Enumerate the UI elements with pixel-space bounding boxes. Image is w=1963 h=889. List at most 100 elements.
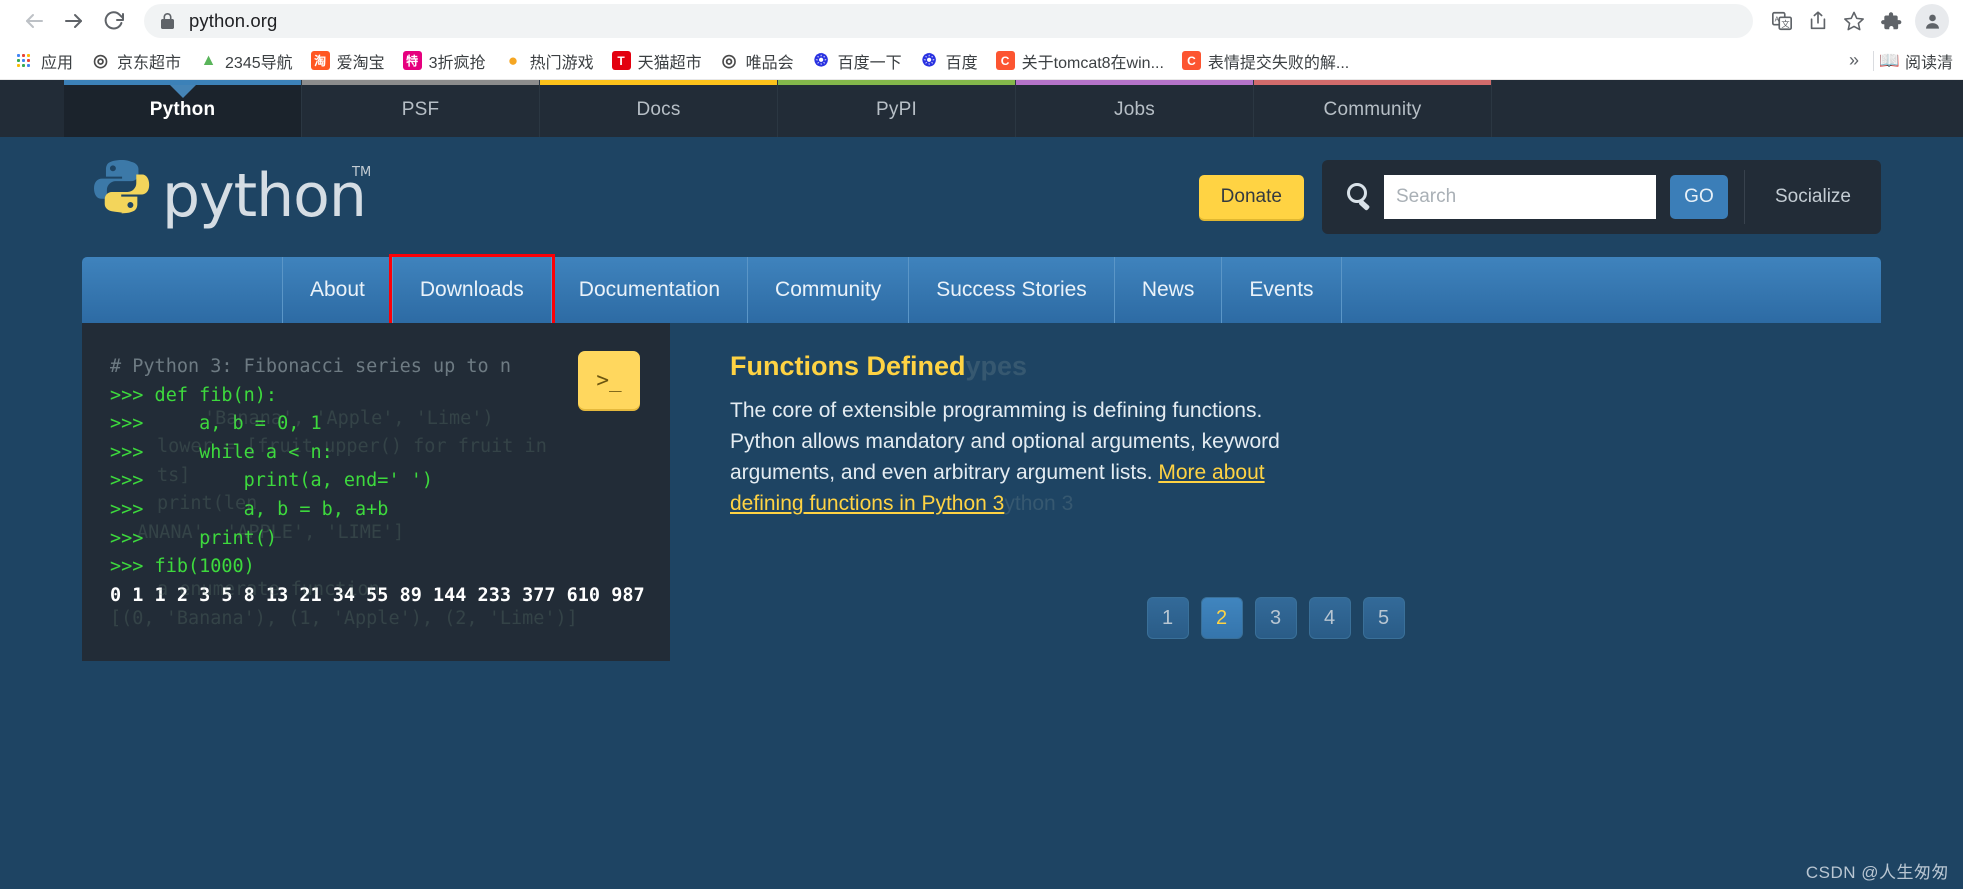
bookmarks-overflow-button[interactable]: » (1841, 50, 1867, 71)
star-icon[interactable] (1837, 4, 1871, 38)
blurb-ghost-link: ython 3 (1004, 492, 1074, 515)
magnifier-icon (1336, 180, 1384, 214)
meta-navigation: Python PSF Docs PyPI Jobs Community (0, 80, 1963, 137)
meta-nav-color-bar (778, 80, 1015, 85)
pager-button-1[interactable]: 1 (1146, 597, 1189, 639)
meta-nav-label: Python (149, 99, 216, 120)
share-icon[interactable] (1801, 4, 1835, 38)
nav-item-community[interactable]: Community (748, 257, 910, 323)
lock-icon (160, 12, 175, 30)
meta-nav-community[interactable]: Community (1254, 80, 1492, 137)
apps-grid-icon (17, 54, 30, 67)
profile-avatar-icon (1925, 14, 1939, 29)
nav-item-about[interactable]: About (282, 257, 393, 323)
nav-item-news[interactable]: News (1115, 257, 1223, 323)
hero-content: 'Banana', 'Apple', 'Lime') lower = [frui… (82, 323, 1881, 661)
meta-nav-python[interactable]: Python (64, 80, 302, 137)
blurb-title: Functions Defined ypes (730, 351, 1027, 382)
meta-nav-label: Docs (636, 99, 681, 120)
nav-item-label: Documentation (578, 278, 721, 301)
nav-item-label: Community (775, 278, 882, 301)
meta-nav-psf[interactable]: PSF (302, 80, 540, 137)
nav-item-success-stories[interactable]: Success Stories (909, 257, 1115, 323)
watermark: CSDN @人生匆匆 (1805, 863, 1949, 882)
bookmark-item[interactable]: ▲ 2345导航 (190, 45, 302, 77)
donate-button[interactable]: Donate (1198, 175, 1304, 219)
bookmark-label: 唯品会 (745, 54, 794, 72)
bookmark-item[interactable]: ◎ 京东超市 (82, 45, 190, 77)
meta-nav-active-arrow (169, 85, 196, 98)
pager-button-4[interactable]: 4 (1308, 597, 1351, 639)
socialize-link[interactable]: Socialize (1743, 170, 1881, 224)
nav-item-label: Success Stories (936, 278, 1087, 301)
meta-nav-label: Jobs (1114, 99, 1155, 120)
search-bar: GO Socialize (1321, 160, 1881, 234)
omnibox-actions: 文 A (1765, 4, 1871, 38)
pager-button-3[interactable]: 3 (1254, 597, 1297, 639)
bookmark-label: 应用 (41, 54, 74, 72)
pager-button-5[interactable]: 5 (1362, 597, 1405, 639)
profile-button[interactable] (1915, 4, 1949, 38)
bookmark-item[interactable]: ◎ 唯品会 (711, 45, 803, 77)
blurb-body: The core of extensible programming is de… (730, 395, 1330, 519)
code-line: >>> while a < n: (110, 441, 333, 463)
favicon-taobao: 淘 (310, 51, 330, 70)
nav-item-downloads[interactable]: Downloads (388, 254, 555, 327)
python-logo-icon: python TM (94, 160, 371, 231)
nav-item-events[interactable]: Events (1222, 257, 1342, 323)
bookmark-item[interactable]: ● 热门游戏 (495, 45, 603, 77)
reading-list-label[interactable]: 阅读清 (1905, 49, 1953, 73)
svg-text:A: A (1775, 16, 1780, 24)
omnibox[interactable]: python.org (144, 4, 1753, 38)
bookmark-label: 爱淘宝 (336, 54, 385, 72)
bookmark-label: 天猫超市 (637, 54, 702, 72)
forward-arrow-icon (65, 14, 82, 28)
bookmark-item[interactable]: 特 3折疯抢 (394, 45, 495, 77)
ghost-code-line: [(0, 'Banana'), (1, 'Apple'), (2, 'Lime'… (110, 608, 578, 629)
nav-item-documentation[interactable]: Documentation (552, 257, 749, 323)
search-input[interactable] (1383, 175, 1656, 219)
code-line: >>> a, b = b, a+b (110, 498, 389, 520)
bookmark-item[interactable]: ❂ 百度 (911, 45, 987, 77)
bookmarks-overflow-area: » 📖 阅读清 (1841, 49, 1955, 73)
forward-button[interactable] (54, 1, 94, 41)
bookmark-label: 百度 (945, 54, 978, 72)
search-go-button[interactable]: GO (1669, 175, 1728, 219)
python-logo[interactable]: python TM (94, 154, 394, 240)
url-text: python.org (189, 10, 278, 31)
meta-nav-label: Community (1323, 99, 1422, 120)
meta-nav-tail (1492, 80, 1963, 137)
header-actions: Donate GO Socialize (1198, 160, 1881, 234)
meta-nav-pypi[interactable]: PyPI (778, 80, 1016, 137)
back-button[interactable] (14, 1, 54, 41)
browser-chrome: python.org 文 A 应用 ◎ 京东超市 ▲ 2345导航 淘 爱淘宝 … (0, 0, 1963, 80)
meta-nav-label: PyPI (876, 99, 917, 120)
bookmark-apps[interactable]: 应用 (8, 45, 82, 77)
code-line: >>> fib(1000) (110, 556, 255, 578)
meta-nav-jobs[interactable]: Jobs (1016, 80, 1254, 137)
svg-text:TM: TM (351, 165, 371, 180)
hero-pager: 1 2 3 4 5 (1146, 597, 1405, 639)
bookmark-label: 百度一下 (837, 54, 902, 72)
extensions-button[interactable] (1871, 1, 1911, 41)
bookmark-item[interactable]: C 表情提交失败的解... (1173, 45, 1358, 77)
bookmarks-divider (1872, 50, 1874, 71)
meta-nav-docs[interactable]: Docs (540, 80, 778, 137)
meta-nav-color-bar (1254, 80, 1491, 85)
bookmark-item[interactable]: C 关于tomcat8在win... (987, 45, 1173, 77)
bookmark-label: 京东超市 (117, 54, 182, 72)
translate-icon[interactable]: 文 A (1765, 4, 1799, 38)
code-line: >>> def fib(n): (110, 384, 278, 406)
favicon-baidu2: ❂ (922, 51, 937, 70)
bookmark-label: 2345导航 (225, 54, 293, 72)
reload-button[interactable] (94, 1, 134, 41)
bookmark-item[interactable]: 淘 爱淘宝 (302, 45, 394, 77)
meta-nav-color-bar (302, 80, 539, 85)
pager-button-2[interactable]: 2 (1200, 597, 1243, 639)
bookmark-item[interactable]: ❂ 百度一下 (803, 45, 911, 77)
nav-item-label: Downloads (419, 278, 524, 301)
launch-shell-button[interactable]: >_ (578, 351, 640, 409)
bookmark-item[interactable]: T 天猫超市 (603, 45, 711, 77)
favicon-jd: ◎ (93, 51, 108, 70)
site-header: python TM Donate GO Socialize (0, 137, 1963, 257)
